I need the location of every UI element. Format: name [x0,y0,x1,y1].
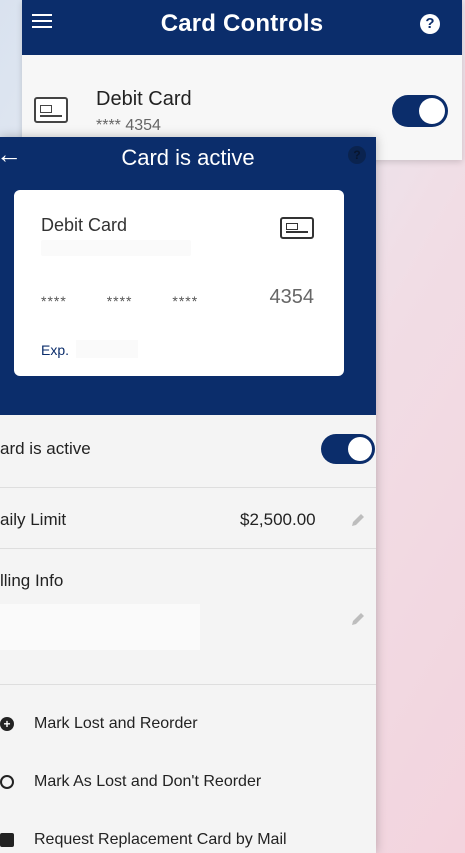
daily-limit-value: $2,500.00 [240,510,316,529]
help-icon[interactable]: ? [348,146,366,164]
no-entry-icon [0,775,14,789]
mask-group-1: **** [41,293,67,309]
card-label: Debit Card [41,215,128,235]
debit-card-graphic: Debit Card **** **** **** 4354 Exp. [14,190,344,376]
redacted-field [0,604,200,650]
card-last-four: 4354 [269,286,315,308]
card-status-title: Card is active [121,145,255,170]
card-icon [280,217,314,239]
card-detail-header: ← Card is active ? Debit Card **** **** … [0,137,376,415]
redacted-field [41,240,191,256]
card-number-mask: **** **** **** [41,293,234,309]
redacted-field [76,340,138,358]
card-active-row[interactable]: ard is active [0,415,376,488]
pencil-icon[interactable] [350,611,366,627]
card-detail-screen: ← Card is active ? Debit Card **** **** … [0,137,376,853]
page-title: Card Controls [160,10,324,37]
mark-lost-no-reorder-label: Mark As Lost and Don't Reorder [34,773,262,790]
card-controls-screen: Card Controls ? Debit Card **** 4354 [22,0,462,160]
mask-group-2: **** [106,293,133,309]
request-replacement-label: Request Replacement Card by Mail [34,831,287,848]
card-icon [34,97,68,123]
card-active-toggle[interactable] [321,434,375,464]
toggle-knob [348,437,372,461]
card-label: Debit Card [96,88,192,110]
mark-lost-no-reorder-action[interactable]: Mark As Lost and Don't Reorder [0,757,376,813]
card-active-label: ard is active [0,439,91,458]
mask-group-3: **** [172,293,199,309]
help-icon[interactable]: ? [420,14,440,34]
plus-circle-icon: + [0,717,14,731]
daily-limit-label: aily Limit [0,510,67,529]
mail-icon [0,833,14,847]
toggle-knob [419,98,445,124]
mark-lost-reorder-action[interactable]: + Mark Lost and Reorder [0,699,376,755]
daily-limit-row[interactable]: aily Limit $2,500.00 [0,488,376,549]
pencil-icon[interactable] [350,512,366,528]
billing-info-row[interactable]: lling Info [0,549,376,685]
card-number: **** 4354 [96,117,161,134]
mark-lost-reorder-label: Mark Lost and Reorder [34,715,198,732]
card-controls-header: Card Controls ? [22,0,462,55]
card-active-toggle[interactable] [392,95,448,127]
card-expiry-label: Exp. [41,342,70,358]
billing-info-label: lling Info [0,571,64,590]
request-replacement-action[interactable]: Request Replacement Card by Mail [0,815,376,853]
